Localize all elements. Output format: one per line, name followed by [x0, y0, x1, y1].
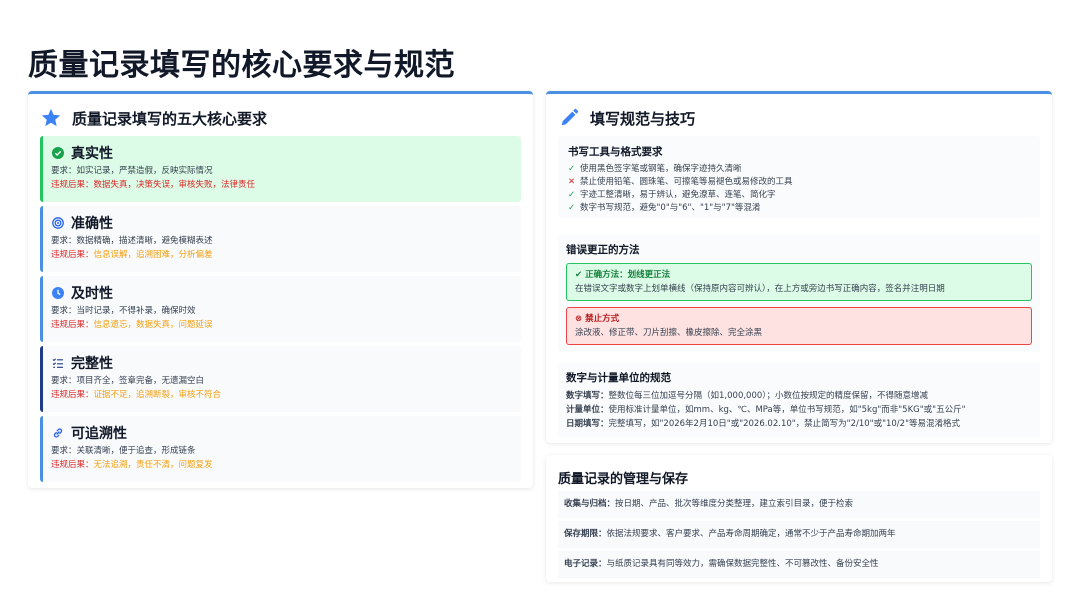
checklist-icon	[51, 356, 65, 370]
forbidden-method-box: ⊗ 禁止方式 涂改液、修正带、刀片刮擦、橡皮擦除、完全涂黑	[566, 307, 1032, 345]
check-icon: ✓	[568, 203, 576, 213]
number-units-section: 数字与计量单位的规范 数字填写：整数位每三位加逗号分隔（如1,000,000）；…	[558, 362, 1040, 438]
requirement-name: 可追溯性	[71, 426, 127, 442]
number-rule-text: 完整填写，如"2026年2月10日"或"2026.02.10"，禁止简写为"2/…	[608, 419, 960, 429]
forbidden-method-text: 涂改液、修正带、刀片刮擦、橡皮擦除、完全涂黑	[575, 328, 763, 338]
consequence-text: 证据不足，追溯断裂，审核不符合	[93, 390, 222, 400]
consequence-label: 违规后果：	[51, 180, 94, 190]
management-label: 收集与归档：	[564, 499, 616, 509]
consequence-text: 信息误解，追溯困难，分析偏差	[93, 250, 213, 260]
requirement-card-accuracy: 准确性 要求：数据精确，描述清晰，避免模糊表述 违规后果：信息误解，追溯困难，分…	[40, 206, 521, 272]
writing-standards-panel: 填写规范与技巧 书写工具与格式要求 ✓ 使用黑色签字笔或钢笔，确保字迹持久清晰 ✕…	[546, 91, 1052, 443]
check-icon: ✓	[568, 164, 576, 174]
tool-rule-item: ✓ 数字书写规范，避免"0"与"6"、"1"与"7"等混淆	[568, 202, 1030, 215]
core-requirements-header: 质量记录填写的五大核心要求	[28, 94, 533, 132]
writing-standards-header: 填写规范与技巧	[546, 94, 1052, 132]
number-rule-label: 数字填写：	[566, 391, 609, 401]
error-correction-title: 错误更正的方法	[566, 244, 640, 256]
correct-method-title: 正确方法：划线更正法	[585, 270, 671, 280]
number-rule-text: 使用标准计量单位，如mm、kg、℃、MPa等，单位书写规范，如"5kg"而非"5…	[608, 405, 966, 415]
number-units-title: 数字与计量单位的规范	[566, 372, 671, 384]
requirement-name: 完整性	[71, 356, 113, 372]
error-correction-section: 错误更正的方法 ✔ 正确方法：划线更正法 在错误文字或数字上划单横线（保持原内容…	[558, 234, 1040, 352]
tool-rule-text: 使用黑色签字笔或钢笔，确保字迹持久清晰	[580, 164, 742, 174]
writing-standards-title: 填写规范与技巧	[590, 109, 696, 128]
correct-method-text: 在错误文字或数字上划单横线（保持原内容可辨认），在上方或旁边书写正确内容，签名并…	[575, 284, 945, 294]
consequence-text: 数据失真，决策失误，审核失败，法律责任	[93, 180, 256, 190]
check-circle-icon	[51, 146, 65, 160]
management-text: 依据法规要求、客户要求、产品寿命周期确定，通常不少于产品寿命期加两年	[606, 529, 896, 539]
requirement-text: 当时记录，不得补录，确保时效	[76, 306, 196, 316]
requirement-name: 及时性	[71, 286, 113, 302]
requirement-card-timeliness: 及时性 要求：当时记录，不得补录，确保时效 违规后果：信息遗忘，数据失真，问题延…	[40, 276, 521, 342]
number-rule-line: 数字填写：整数位每三位加逗号分隔（如1,000,000）；小数位按规定的精度保留…	[566, 389, 1032, 403]
consequence-label: 违规后果：	[51, 320, 94, 330]
tool-rule-item: ✓ 使用黑色签字笔或钢笔，确保字迹持久清晰	[568, 163, 1030, 176]
page-title: 质量记录填写的核心要求与规范	[28, 48, 455, 83]
management-label: 保存期限：	[564, 529, 607, 539]
tool-rule-text: 禁止使用铅笔、圆珠笔、可擦笔等易褪色或易修改的工具	[580, 177, 793, 187]
cross-icon: ✕	[568, 177, 576, 187]
management-row: 保存期限：依据法规要求、客户要求、产品寿命周期确定，通常不少于产品寿命期加两年	[558, 521, 1040, 548]
forbidden-method-title: 禁止方式	[585, 314, 620, 324]
pencil-icon	[561, 108, 579, 126]
requirement-label: 要求：	[51, 306, 77, 316]
star-icon	[41, 108, 61, 127]
requirement-name: 准确性	[71, 216, 113, 232]
number-rule-text: 整数位每三位加逗号分隔（如1,000,000）；小数位按规定的精度保留，不得随意…	[608, 391, 929, 401]
number-rule-label: 日期填写：	[566, 419, 609, 429]
requirement-card-completeness: 完整性 要求：项目齐全，签章完备，无遗漏空白 违规后果：证据不足，追溯断裂，审核…	[40, 346, 521, 412]
requirement-card-truthfulness: 真实性 要求：如实记录，严禁造假，反映实际情况 违规后果：数据失真，决策失误，审…	[40, 136, 521, 202]
core-requirements-panel: 质量记录填写的五大核心要求 真实性 要求：如实记录，严禁造假，反映实际情况 违规…	[28, 91, 533, 488]
requirement-text: 关联清晰，便于追查，形成链条	[76, 446, 196, 456]
tool-rule-item: ✓ 字迹工整清晰，易于辨认，避免潦草、连笔、简化字	[568, 189, 1030, 202]
clock-icon	[51, 286, 65, 300]
number-rule-label: 计量单位：	[566, 405, 609, 415]
check-icon: ✓	[568, 190, 576, 200]
consequence-label: 违规后果：	[51, 390, 94, 400]
requirement-label: 要求：	[51, 376, 77, 386]
core-requirements-title: 质量记录填写的五大核心要求	[72, 109, 268, 128]
requirement-label: 要求：	[51, 236, 77, 246]
requirement-text: 数据精确，描述清晰，避免模糊表述	[76, 236, 213, 246]
requirement-label: 要求：	[51, 446, 77, 456]
consequence-label: 违规后果：	[51, 250, 94, 260]
prohibited-icon: ⊗	[575, 314, 586, 324]
consequence-label: 违规后果：	[51, 460, 94, 470]
requirement-card-traceability: 可追溯性 要求：关联清晰，便于追查，形成链条 违规后果：无法追溯，责任不清，问题…	[40, 416, 521, 482]
tool-rule-item: ✕ 禁止使用铅笔、圆珠笔、可擦笔等易褪色或易修改的工具	[568, 176, 1030, 189]
link-icon	[51, 426, 65, 440]
tools-format-title: 书写工具与格式要求	[568, 146, 663, 158]
tool-rule-text: 字迹工整清晰，易于辨认，避免潦草、连笔、简化字	[580, 190, 776, 200]
tool-rule-text: 数字书写规范，避免"0"与"6"、"1"与"7"等混淆	[580, 203, 761, 213]
number-rule-line: 日期填写：完整填写，如"2026年2月10日"或"2026.02.10"，禁止简…	[566, 417, 1032, 431]
number-rule-line: 计量单位：使用标准计量单位，如mm、kg、℃、MPa等，单位书写规范，如"5kg…	[566, 403, 1032, 417]
consequence-text: 无法追溯，责任不清，问题复发	[93, 460, 213, 470]
management-storage-title: 质量记录的管理与保存	[558, 472, 689, 487]
management-text: 与纸质记录具有同等效力，需确保数据完整性、不可篡改性、备份安全性	[606, 559, 879, 569]
requirement-label: 要求：	[51, 166, 77, 176]
requirement-name: 真实性	[71, 146, 113, 162]
requirement-text: 如实记录，严禁造假，反映实际情况	[76, 166, 213, 176]
tools-format-section: 书写工具与格式要求 ✓ 使用黑色签字笔或钢笔，确保字迹持久清晰 ✕ 禁止使用铅笔、圆…	[558, 136, 1040, 218]
target-icon	[51, 216, 65, 230]
correct-method-box: ✔ 正确方法：划线更正法 在错误文字或数字上划单横线（保持原内容可辨认），在上方…	[566, 263, 1032, 301]
management-label: 电子记录：	[564, 559, 607, 569]
consequence-text: 信息遗忘，数据失真，问题延误	[93, 320, 213, 330]
management-row: 电子记录：与纸质记录具有同等效力，需确保数据完整性、不可篡改性、备份安全性	[558, 551, 1040, 578]
check-circle-icon: ✔	[575, 270, 586, 280]
management-text: 按日期、产品、批次等维度分类整理，建立索引目录，便于检索	[615, 499, 854, 509]
management-row: 收集与归档：按日期、产品、批次等维度分类整理，建立索引目录，便于检索	[558, 491, 1040, 518]
management-storage-panel: 质量记录的管理与保存 收集与归档：按日期、产品、批次等维度分类整理，建立索引目录…	[546, 455, 1052, 582]
requirement-text: 项目齐全，签章完备，无遗漏空白	[76, 376, 205, 386]
